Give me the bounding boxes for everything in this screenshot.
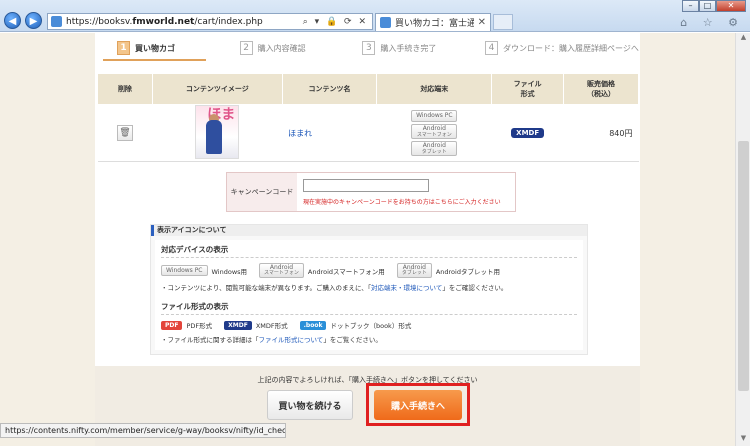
address-url[interactable]: https://booksv.fmworld.net/cart/index.ph… [66,17,303,27]
arrow-left-icon: ◀ [8,16,17,27]
legend-android-tablet-pill: Android タブレット [396,263,432,278]
back-button[interactable]: ◀ [4,12,21,29]
close-window-button[interactable]: ✕ [716,0,746,12]
col-delete: 削除 [97,73,153,105]
scroll-up-icon[interactable]: ▲ [736,33,750,45]
legend-header: 表示アイコンについて [151,225,587,236]
device-android-tablet-badge: Android タブレット [411,141,458,156]
legend-pdf-pill: PDF [161,320,183,330]
tab-title: 買い物カゴ：富士通の電... [395,19,474,29]
cell-image: ほま [152,104,283,162]
purchase-steps: 1 買い物カゴ 2 購入内容確認 3 購入手続き完了 4 ダウンロード：購入履歴… [103,37,648,59]
window-controls: – □ ✕ [682,0,746,12]
col-format: ファイル 形式 [491,73,565,105]
cart-header-row: 削除 コンテンツイメージ コンテンツ名 対応端末 ファイル 形式 販売価格 （税込） [97,73,639,105]
legend-format-note: ・ファイル形式に関する詳細は「ファイル形式について」をご覧ください。 [161,336,382,344]
new-tab-button[interactable] [493,14,513,30]
step-4: 4 ダウンロード：購入履歴詳細ページへ [471,37,648,59]
browser-chrome: – □ ✕ ◀ ▶ https://booksv.fmworld.net/car… [0,0,750,32]
cell-format: XMDF [491,104,564,162]
tab-close-icon[interactable]: ✕ [474,17,490,28]
legend-windows-pill: Windows PC [161,265,208,276]
maximize-button[interactable]: □ [699,0,716,12]
campaign-code-box: キャンペーンコード 現在実施中のキャンペーンコードをお持ちの方はこちらにご入力く… [226,172,516,212]
file-format-link[interactable]: ファイル形式について [259,336,324,344]
legend-format-row: PDF PDF形式 XMDF XMDF形式 .book ドットブック（book）… [161,320,577,330]
col-devices: 対応端末 [376,73,493,105]
table-row: 🗑 ほま ほまれ Windows PC Android スマートフォン Andro… [97,104,639,162]
status-bar: https://contents.nifty.com/member/servic… [0,423,286,438]
campaign-code-input[interactable] [303,179,429,192]
legend-format-title: ファイル形式の表示 [161,301,577,315]
arrow-right-icon: ▶ [29,16,38,27]
legend-xmdf-pill: XMDF [224,320,252,330]
col-price: 販売価格 （税込） [563,73,639,105]
icon-legend: 表示アイコンについて 対応デバイスの表示 Windows PC Windows用… [150,224,588,355]
device-env-link[interactable]: 対応端末・環境について [371,284,442,292]
minimize-button[interactable]: – [682,0,699,12]
cell-title: ほまれ [282,104,377,162]
tab-favicon-icon [380,17,391,28]
legend-book-pill: .book [299,320,327,330]
col-image: コンテンツイメージ [151,73,283,105]
book-cover-image[interactable]: ほま [195,105,240,159]
site-favicon-icon [51,16,62,27]
col-name: コンテンツ名 [281,73,378,105]
device-android-phone-badge: Android スマートフォン [411,124,458,139]
active-step-underline [103,59,206,61]
cell-delete: 🗑 [97,104,153,162]
step-3: 3 購入手続き完了 [348,37,471,59]
tab-active[interactable]: 買い物カゴ：富士通の電... ✕ [375,13,491,31]
book-title-link[interactable]: ほまれ [288,129,312,138]
continue-shopping-button[interactable]: 買い物を続ける [267,390,353,420]
legend-devices-row: Windows PC Windows用 Android スマートフォン Andro… [161,263,577,278]
campaign-note: 現在実施中のキャンペーンコードをお持ちの方はこちらにご入力ください [303,199,501,206]
format-xmdf-badge: XMDF [511,128,545,138]
legend-devices-title: 対応デバイスの表示 [161,244,577,258]
forward-button[interactable]: ▶ [25,12,42,29]
scroll-down-icon[interactable]: ▼ [736,434,750,446]
cell-price: 840円 [563,104,639,162]
step-2: 2 購入内容確認 [226,37,349,59]
legend-android-phone-pill: Android スマートフォン [259,263,304,278]
device-windows-badge: Windows PC [411,110,458,122]
address-tools[interactable]: ⌕ ▾ 🔒 ⟳ ✕ [303,17,372,27]
campaign-label: キャンペーンコード [227,173,297,211]
cart-table: 削除 コンテンツイメージ コンテンツ名 対応端末 ファイル 形式 販売価格 （税込）… [97,73,639,162]
legend-devices-note: ・コンテンツにより、閲覧可能な端末が異なります。ご購入のまえに、「対応端末・環境… [161,284,508,292]
proceed-to-checkout-button[interactable]: 購入手続きへ [374,390,462,420]
address-bar[interactable]: https://booksv.fmworld.net/cart/index.ph… [47,13,373,30]
cell-devices: Windows PC Android スマートフォン Android タブレット [376,104,492,162]
trash-icon[interactable]: 🗑 [116,125,133,141]
browser-tool-icons[interactable]: ⌂ ☆ ⚙ [680,16,744,29]
scrollbar[interactable]: ▲ ▼ [735,33,750,446]
scroll-thumb[interactable] [738,141,749,391]
step-1: 1 買い物カゴ [103,37,226,59]
